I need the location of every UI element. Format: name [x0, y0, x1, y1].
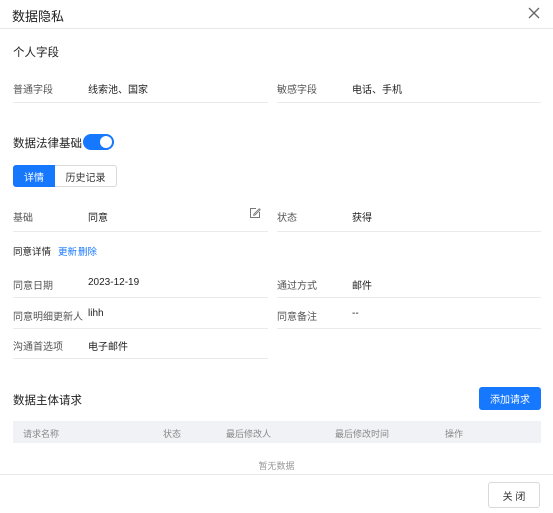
consent-date-value: 2023-12-19 — [88, 277, 140, 288]
dialog-title: 数据隐私 — [12, 9, 65, 24]
toggle-knob — [100, 136, 112, 148]
update-link[interactable]: 更新 — [58, 244, 77, 258]
column-header-actions: 操作 — [445, 429, 464, 439]
normal-fields-label: 普通字段 — [13, 85, 53, 96]
edit-icon[interactable] — [249, 207, 261, 219]
updater-value: lihh — [88, 308, 104, 319]
subject-requests-title: 数据主体请求 — [13, 395, 82, 407]
legal-basis-title: 数据法律基础 — [13, 138, 82, 150]
updater-label: 同意明细更新人 — [13, 312, 83, 323]
row-divider — [13, 102, 268, 103]
row-divider — [13, 231, 268, 232]
sensitive-fields-value: 电话、手机 — [352, 85, 402, 96]
close-icon[interactable] — [527, 6, 541, 20]
basis-value: 同意 — [88, 213, 108, 224]
empty-state-text: 暂无数据 — [258, 461, 295, 471]
tab-history[interactable]: 历史记录 — [55, 165, 117, 187]
via-label: 通过方式 — [277, 281, 317, 292]
basis-label: 基础 — [13, 213, 33, 224]
comm-pref-value: 电子邮件 — [88, 342, 128, 353]
legal-basis-toggle[interactable] — [83, 134, 114, 150]
legal-basis-tabs: 详情 历史记录 — [13, 165, 117, 187]
status-label: 状态 — [277, 213, 297, 224]
dialog-header: 数据隐私 — [0, 0, 553, 29]
note-label: 同意备注 — [277, 312, 317, 323]
add-request-button[interactable]: 添加请求 — [479, 387, 541, 410]
data-privacy-dialog: 数据隐私 个人字段 普通字段 线索池、国家 敏感字段 电话、手机 数据法律基础 … — [0, 0, 553, 513]
close-button[interactable]: 关 闭 — [488, 482, 540, 508]
note-value: -- — [352, 308, 359, 319]
row-divider — [13, 328, 268, 329]
via-value: 邮件 — [352, 281, 372, 292]
column-header-status: 状态 — [163, 429, 182, 439]
tab-details[interactable]: 详情 — [13, 165, 55, 187]
personal-fields-title: 个人字段 — [13, 47, 59, 59]
row-divider — [277, 231, 541, 232]
delete-link[interactable]: 删除 — [78, 244, 97, 258]
row-divider — [13, 358, 268, 359]
consent-details-label: 同意详情 — [13, 247, 52, 258]
row-divider — [13, 297, 268, 298]
table-header: 请求名称 状态 最后修改人 最后修改时间 操作 — [13, 421, 541, 443]
normal-fields-value: 线索池、国家 — [88, 85, 148, 96]
sensitive-fields-label: 敏感字段 — [277, 85, 317, 96]
row-divider — [277, 102, 541, 103]
row-divider — [277, 328, 541, 329]
column-header-request-name: 请求名称 — [23, 429, 60, 439]
column-header-last-modified-time: 最后修改时间 — [335, 429, 390, 439]
consent-date-label: 同意日期 — [13, 281, 53, 292]
column-header-last-modifier: 最后修改人 — [226, 429, 272, 439]
status-value: 获得 — [352, 213, 372, 224]
footer-divider — [0, 474, 553, 475]
row-divider — [277, 297, 541, 298]
comm-pref-label: 沟通首选项 — [13, 342, 63, 353]
